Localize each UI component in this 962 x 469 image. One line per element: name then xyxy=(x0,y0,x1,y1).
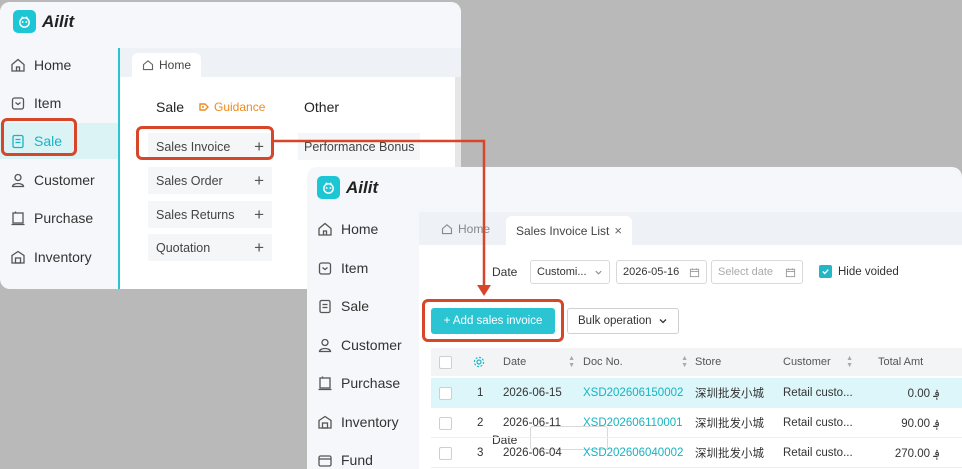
annotation-arrow xyxy=(274,139,491,296)
